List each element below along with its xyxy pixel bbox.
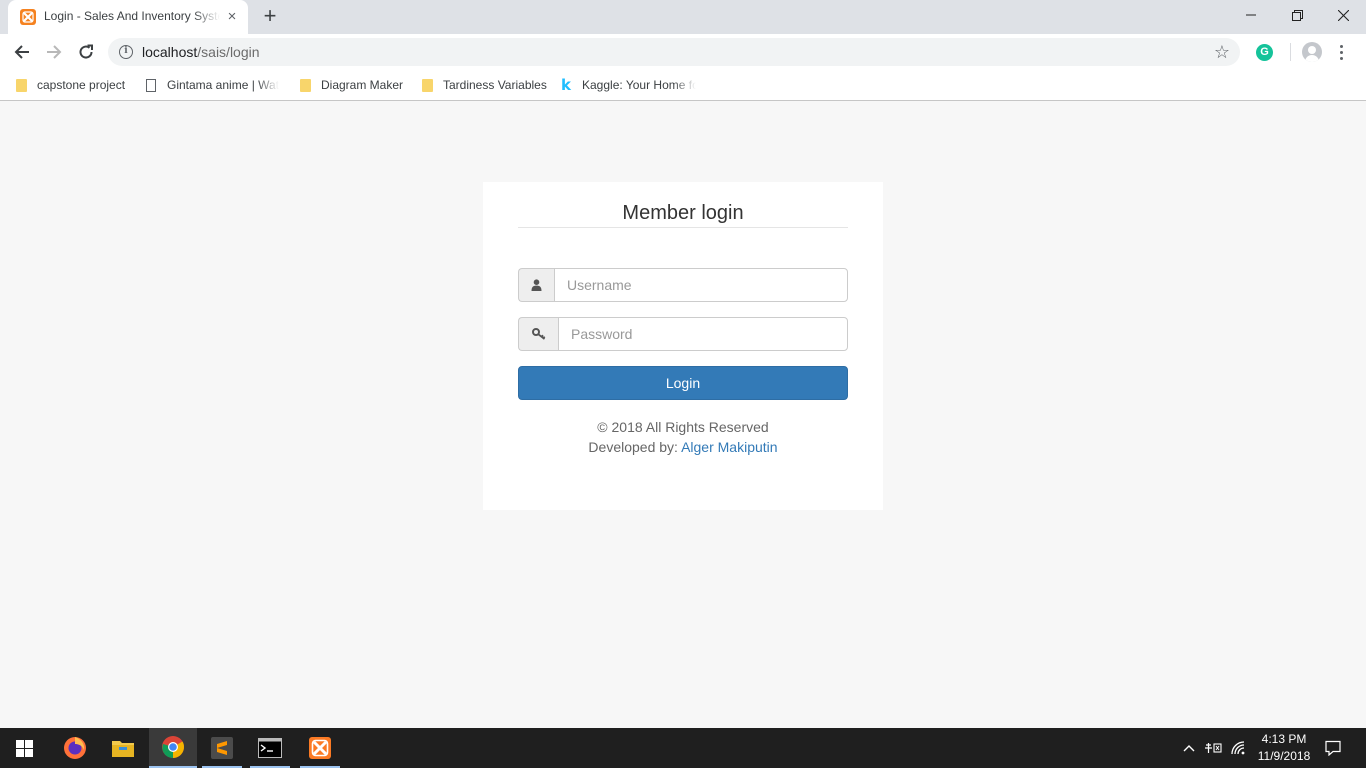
forward-arrow-icon <box>47 45 62 59</box>
login-card: Member login Login © 2018 All Rights Res… <box>483 182 883 510</box>
reload-button[interactable] <box>74 40 98 64</box>
bookmark-tardiness-variables[interactable]: Tardiness Variables <box>422 76 547 94</box>
back-button[interactable] <box>10 40 34 64</box>
windows-taskbar: 4:13 PM 11/9/2018 <box>0 728 1366 768</box>
login-button[interactable]: Login <box>518 366 848 400</box>
user-icon <box>518 268 554 302</box>
kaggle-icon: k <box>561 76 571 94</box>
grammarly-extension-icon[interactable]: G <box>1256 44 1273 61</box>
clock-date: 11/9/2018 <box>1257 749 1311 763</box>
browser-tab[interactable]: Login - Sales And Inventory System × <box>8 0 248 34</box>
xampp-icon[interactable] <box>296 728 344 768</box>
username-input-group <box>518 268 848 302</box>
bookmark-label: Diagram Maker <box>321 78 404 92</box>
command-prompt-icon[interactable] <box>246 728 294 768</box>
wifi-icon[interactable] <box>1228 728 1248 768</box>
bookmark-label: capstone project <box>37 78 126 92</box>
tab-title: Login - Sales And Inventory System <box>44 9 220 23</box>
password-input[interactable] <box>558 317 848 351</box>
page-icon <box>146 78 156 92</box>
new-tab-button[interactable]: + <box>258 5 282 28</box>
bookmarks-bar: capstone project Gintama anime | Wat Dia… <box>0 70 1366 101</box>
developer-credit: Developed by: Alger Makiputin <box>518 437 848 457</box>
windows-start-icon[interactable] <box>0 728 48 768</box>
folder-icon <box>300 78 311 92</box>
bookmark-capstone-project[interactable]: capstone project <box>16 76 125 94</box>
site-info-icon[interactable]: i <box>119 45 133 59</box>
developed-by-label: Developed by: <box>588 439 678 455</box>
address-bar[interactable]: i localhost/sais/login ☆ <box>108 38 1240 66</box>
restore-button[interactable] <box>1274 0 1320 30</box>
folder-icon <box>16 78 27 92</box>
back-arrow-icon <box>14 45 29 59</box>
browser-tab-strip: Login - Sales And Inventory System × + <box>0 0 1366 34</box>
bookmark-label: Gintama anime | Wat <box>167 78 279 92</box>
close-window-button[interactable] <box>1320 0 1366 30</box>
bookmark-label: Tardiness Variables <box>443 78 547 92</box>
clock-time: 4:13 PM <box>1261 732 1307 746</box>
toolbar-divider <box>1290 43 1291 61</box>
copyright-text: © 2018 All Rights Reserved <box>597 419 769 435</box>
login-title: Member login <box>622 202 744 224</box>
profile-avatar-icon[interactable] <box>1302 42 1322 62</box>
bookmark-star-icon[interactable]: ☆ <box>1214 42 1230 62</box>
show-hidden-icons-chevron-icon[interactable] <box>1180 728 1198 768</box>
reload-icon <box>79 44 93 59</box>
minimize-button[interactable] <box>1228 0 1274 30</box>
username-input[interactable] <box>554 268 848 302</box>
xampp-favicon-icon <box>20 9 36 25</box>
developer-link[interactable]: Alger Makiputin <box>681 439 778 455</box>
url-text[interactable]: localhost/sais/login <box>142 44 260 60</box>
input-language-icon[interactable] <box>1202 728 1224 768</box>
bookmark-label: Kaggle: Your Home fo <box>582 78 696 92</box>
bookmark-kaggle[interactable]: k Kaggle: Your Home fo <box>561 76 696 94</box>
browser-menu-icon[interactable] <box>1336 42 1346 62</box>
bookmark-gintama[interactable]: Gintama anime | Wat <box>146 76 279 94</box>
sublime-text-icon[interactable] <box>198 728 246 768</box>
firefox-icon[interactable] <box>51 728 99 768</box>
action-center-icon[interactable] <box>1322 728 1344 768</box>
password-input-group <box>518 317 848 351</box>
taskbar-clock[interactable]: 4:13 PM 11/9/2018 <box>1246 731 1322 765</box>
folder-icon <box>422 78 433 92</box>
forward-button[interactable] <box>42 40 66 64</box>
file-explorer-icon[interactable] <box>99 728 147 768</box>
close-tab-icon[interactable]: × <box>224 9 240 25</box>
title-divider <box>518 227 848 228</box>
bookmark-diagram-maker[interactable]: Diagram Maker <box>300 76 403 94</box>
key-icon <box>518 317 558 351</box>
chrome-icon[interactable] <box>149 728 197 768</box>
